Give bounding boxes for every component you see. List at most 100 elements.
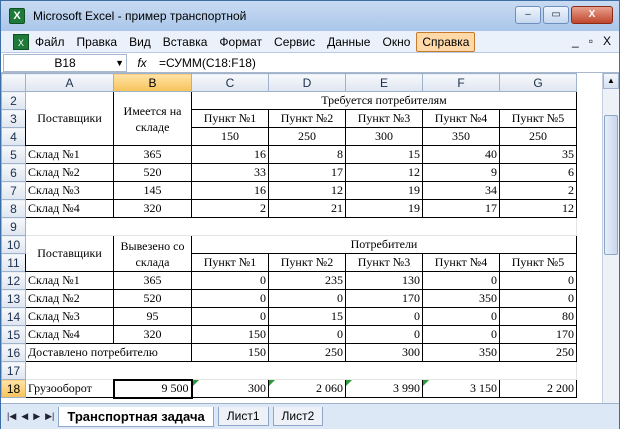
cell-b12[interactable]: 365 <box>113 271 192 290</box>
cell-c18[interactable]: 300 <box>191 379 269 398</box>
cell-b18[interactable]: 9 500 <box>112 378 193 399</box>
cell-e14[interactable]: 0 <box>345 307 423 326</box>
row-header-17[interactable]: 17 <box>1 361 26 380</box>
tab-sheet2[interactable]: Лист2 <box>272 407 324 426</box>
cell-e6[interactable]: 12 <box>345 163 423 182</box>
col-header-f[interactable]: F <box>422 73 500 92</box>
empty-row-9[interactable] <box>25 217 577 236</box>
cell-b14[interactable]: 95 <box>113 307 192 326</box>
col-header-e[interactable]: E <box>345 73 423 92</box>
cell-f3[interactable]: Пункт №4 <box>422 109 500 128</box>
cell-f11[interactable]: Пункт №4 <box>422 253 500 272</box>
cell-d12[interactable]: 235 <box>268 271 346 290</box>
cell-e3[interactable]: Пункт №3 <box>345 109 423 128</box>
row-header-8[interactable]: 8 <box>1 199 26 218</box>
workbook-icon[interactable]: X <box>13 33 29 50</box>
cell-f16[interactable]: 350 <box>422 343 500 362</box>
cell-g12[interactable]: 0 <box>499 271 577 290</box>
cell-g3[interactable]: Пункт №5 <box>499 109 577 128</box>
cell-a14[interactable]: Склад №3 <box>25 307 114 326</box>
row-header-4[interactable]: 4 <box>1 127 26 146</box>
scroll-thumb[interactable] <box>604 115 618 255</box>
maximize-button[interactable]: ▭ <box>543 6 569 24</box>
cell-d16[interactable]: 250 <box>268 343 346 362</box>
row-header-6[interactable]: 6 <box>1 163 26 182</box>
cell-g16[interactable]: 250 <box>499 343 577 362</box>
last-sheet-icon[interactable]: ▶| <box>45 411 54 422</box>
tab-transport-task[interactable]: Транспортная задача <box>58 406 214 427</box>
cell-d13[interactable]: 0 <box>268 289 346 308</box>
cell-a6[interactable]: Склад №2 <box>25 163 114 182</box>
cell-e5[interactable]: 15 <box>345 145 423 164</box>
cell-d18[interactable]: 2 060 <box>268 379 346 398</box>
prev-sheet-icon[interactable]: ◀ <box>21 411 28 422</box>
close-button[interactable]: X <box>571 6 613 24</box>
first-sheet-icon[interactable]: |◀ <box>7 411 16 422</box>
cell-a5[interactable]: Склад №1 <box>25 145 114 164</box>
cell-f4[interactable]: 350 <box>422 127 500 146</box>
cell-a12[interactable]: Склад №1 <box>25 271 114 290</box>
row-header-9[interactable]: 9 <box>1 217 26 236</box>
doc-restore-button[interactable]: ▫ <box>589 34 593 48</box>
cell-c12[interactable]: 0 <box>191 271 269 290</box>
cell-b2[interactable]: Имеется на складе <box>113 91 192 146</box>
cell-c8[interactable]: 2 <box>191 199 269 218</box>
minimize-button[interactable]: – <box>515 6 541 24</box>
row-header-7[interactable]: 7 <box>1 181 26 200</box>
cell-g5[interactable]: 35 <box>499 145 577 164</box>
menu-edit[interactable]: Правка <box>71 33 124 51</box>
row-header-5[interactable]: 5 <box>1 145 26 164</box>
cell-d7[interactable]: 12 <box>268 181 346 200</box>
cell-b6[interactable]: 520 <box>113 163 192 182</box>
row-header-3[interactable]: 3 <box>1 109 26 128</box>
cell-f18[interactable]: 3 150 <box>422 379 500 398</box>
menu-insert[interactable]: Вставка <box>157 33 214 51</box>
cell-c5[interactable]: 16 <box>191 145 269 164</box>
next-sheet-icon[interactable]: ▶ <box>33 411 40 422</box>
menu-data[interactable]: Данные <box>321 33 376 51</box>
cell-a10[interactable]: Поставщики <box>25 235 114 272</box>
cell-g18[interactable]: 2 200 <box>499 379 577 398</box>
cell-b10[interactable]: Вывезено со склада <box>113 235 192 272</box>
menu-help[interactable]: Справка <box>416 31 476 52</box>
cell-f5[interactable]: 40 <box>422 145 500 164</box>
menu-format[interactable]: Формат <box>213 33 268 51</box>
cell-d15[interactable]: 0 <box>268 325 346 344</box>
cell-e11[interactable]: Пункт №3 <box>345 253 423 272</box>
cell-a8[interactable]: Склад №4 <box>25 199 114 218</box>
row-header-11[interactable]: 11 <box>1 253 26 272</box>
cell-a16[interactable]: Доставлено потребителю <box>25 343 192 362</box>
col-header-a[interactable]: A <box>25 73 114 92</box>
cell-d4[interactable]: 250 <box>268 127 346 146</box>
cell-e4[interactable]: 300 <box>345 127 423 146</box>
row-header-10[interactable]: 10 <box>1 235 26 254</box>
cell-f13[interactable]: 350 <box>422 289 500 308</box>
formula-input[interactable]: =СУММ(C18:F18) <box>159 56 256 70</box>
row-header-16[interactable]: 16 <box>1 343 26 362</box>
vertical-scrollbar[interactable]: ▲ <box>602 73 619 403</box>
chevron-down-icon[interactable]: ▼ <box>115 55 124 71</box>
cell-c10[interactable]: Потребители <box>191 235 577 254</box>
cell-f12[interactable]: 0 <box>422 271 500 290</box>
row-header-14[interactable]: 14 <box>1 307 26 326</box>
cell-g4[interactable]: 250 <box>499 127 577 146</box>
row-header-13[interactable]: 13 <box>1 289 26 308</box>
cell-e18[interactable]: 3 990 <box>345 379 423 398</box>
cell-d5[interactable]: 8 <box>268 145 346 164</box>
cell-c6[interactable]: 33 <box>191 163 269 182</box>
cell-a15[interactable]: Склад №4 <box>25 325 114 344</box>
col-header-d[interactable]: D <box>268 73 346 92</box>
cell-a2[interactable]: Поставщики <box>25 91 114 146</box>
cell-c7[interactable]: 16 <box>191 181 269 200</box>
cell-f15[interactable]: 0 <box>422 325 500 344</box>
cell-g15[interactable]: 170 <box>499 325 577 344</box>
cell-c3[interactable]: Пункт №1 <box>191 109 269 128</box>
cell-b7[interactable]: 145 <box>113 181 192 200</box>
function-icon[interactable]: fx <box>127 56 157 70</box>
doc-minimize-button[interactable]: _ <box>572 34 579 48</box>
cell-c11[interactable]: Пункт №1 <box>191 253 269 272</box>
cell-d11[interactable]: Пункт №2 <box>268 253 346 272</box>
doc-close-button[interactable]: X <box>603 34 611 48</box>
cell-b13[interactable]: 520 <box>113 289 192 308</box>
cell-g11[interactable]: Пункт №5 <box>499 253 577 272</box>
